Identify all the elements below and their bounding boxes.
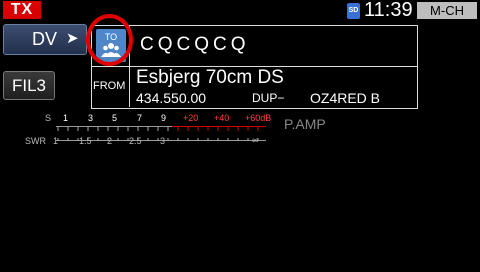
s-tick-label: +60dB — [245, 113, 272, 123]
s-tick-label: 9 — [161, 113, 167, 123]
tx-indicator: TX — [3, 1, 41, 19]
preamp-indicator: P.AMP — [284, 116, 326, 132]
swr-label: SWR — [25, 136, 46, 146]
mode-button[interactable]: DV ➤ — [3, 24, 87, 55]
s-meter-label: S — [45, 113, 52, 123]
repeater-call-sign: OZ4RED B — [310, 90, 381, 106]
mode-label: DV — [32, 29, 58, 49]
filter-button[interactable]: FIL3 — [3, 71, 55, 100]
arrow-icon: ➤ — [66, 30, 79, 47]
highlight-circle — [86, 14, 133, 66]
s-tick-label: 1 — [63, 113, 69, 123]
from-label: FROM — [93, 80, 126, 92]
meter-tick-marks — [57, 127, 259, 141]
s-tick-label: +20 — [183, 113, 199, 123]
duplex-indicator: DUP− — [252, 91, 285, 105]
s-tick-label: 5 — [112, 113, 118, 123]
divider — [129, 66, 130, 107]
repeater-frequency: 434.550.00 — [136, 90, 207, 106]
repeater-name[interactable]: Esbjerg 70cm DS — [136, 67, 284, 89]
s-tick-label: 3 — [88, 113, 94, 123]
sd-card-icon: SD — [347, 3, 360, 19]
to-call-sign[interactable]: CQCQCQ — [140, 34, 250, 56]
s-tick-label: 7 — [137, 113, 143, 123]
clock: 11:39 — [364, 0, 413, 21]
s-tick-label: +40 — [214, 113, 230, 123]
memory-mode-badge[interactable]: M-CH — [417, 2, 477, 19]
